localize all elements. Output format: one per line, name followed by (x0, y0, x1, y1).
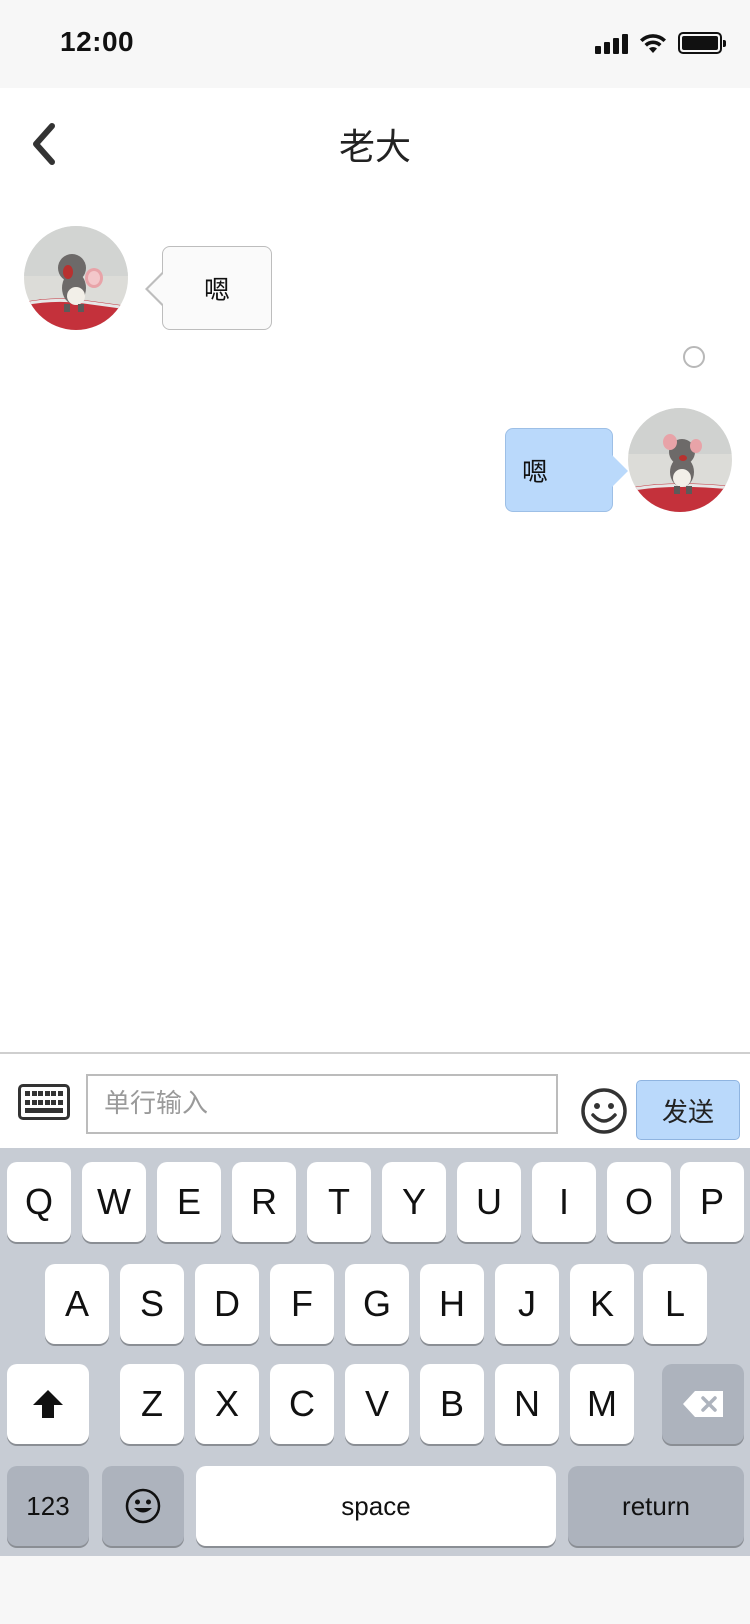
status-bar: 12:00 (0, 0, 750, 88)
key-x[interactable]: X (195, 1364, 259, 1444)
key-q[interactable]: Q (7, 1162, 71, 1242)
shift-key[interactable] (7, 1364, 89, 1444)
my-avatar[interactable] (628, 408, 732, 512)
key-b[interactable]: B (420, 1364, 484, 1444)
signal-icon (595, 32, 628, 54)
status-time: 12:00 (60, 26, 135, 57)
key-p[interactable]: P (680, 1162, 744, 1242)
wifi-icon (640, 34, 666, 53)
status-icons (595, 30, 726, 56)
numbers-key[interactable]: 123 (7, 1466, 89, 1546)
key-w[interactable]: W (82, 1162, 146, 1242)
battery-icon (678, 32, 726, 54)
return-key[interactable]: return (568, 1466, 744, 1546)
key-v[interactable]: V (345, 1364, 409, 1444)
key-z[interactable]: Z (120, 1364, 184, 1444)
key-y[interactable]: Y (382, 1162, 446, 1242)
mouse-cartoon-image (24, 226, 128, 330)
key-n[interactable]: N (495, 1364, 559, 1444)
chat-area[interactable]: 嗯 嗯 (0, 200, 750, 1052)
key-u[interactable]: U (457, 1162, 521, 1242)
key-t[interactable]: T (307, 1162, 371, 1242)
emoji-key[interactable] (102, 1466, 184, 1546)
contact-avatar[interactable] (24, 226, 128, 330)
message-input[interactable] (86, 1074, 558, 1134)
key-r[interactable]: R (232, 1162, 296, 1242)
shift-arrow-icon (33, 1390, 63, 1418)
space-key[interactable]: space (196, 1466, 556, 1546)
key-f[interactable]: F (270, 1264, 334, 1344)
send-button[interactable]: 发送 (636, 1080, 740, 1140)
message-text: 嗯 (203, 274, 230, 305)
key-d[interactable]: D (195, 1264, 259, 1344)
key-l[interactable]: L (643, 1264, 707, 1344)
unread-status-icon (683, 346, 705, 368)
message-bubble-received[interactable]: 嗯 (145, 246, 272, 330)
keyboard: Q W E R T Y U I O P A S D F G H J K L Z … (0, 1148, 750, 1556)
mouse-cartoon-image (628, 408, 732, 512)
smiley-icon (125, 1488, 161, 1524)
key-o[interactable]: O (607, 1162, 671, 1242)
key-e[interactable]: E (157, 1162, 221, 1242)
smiley-icon[interactable] (580, 1087, 628, 1135)
key-c[interactable]: C (270, 1364, 334, 1444)
message-text: 嗯 (522, 456, 549, 487)
key-m[interactable]: M (570, 1364, 634, 1444)
key-i[interactable]: I (532, 1162, 596, 1242)
key-h[interactable]: H (420, 1264, 484, 1344)
key-a[interactable]: A (45, 1264, 109, 1344)
key-g[interactable]: G (345, 1264, 409, 1344)
backspace-icon (683, 1391, 723, 1417)
page-title: 老大 (338, 126, 411, 167)
input-bar: 发送 (0, 1052, 750, 1148)
home-indicator-area (0, 1556, 750, 1624)
nav-bar: 老大 (0, 88, 750, 200)
keyboard-icon[interactable] (18, 1084, 70, 1120)
delete-key[interactable] (662, 1364, 744, 1444)
key-s[interactable]: S (120, 1264, 184, 1344)
message-bubble-sent[interactable]: 嗯 (505, 428, 628, 512)
key-j[interactable]: J (495, 1264, 559, 1344)
key-k[interactable]: K (570, 1264, 634, 1344)
